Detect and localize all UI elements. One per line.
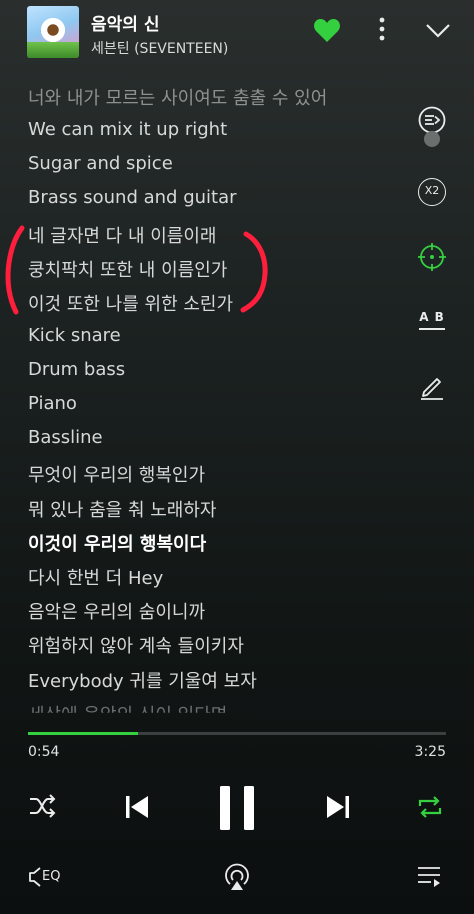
eq-icon: [29, 867, 41, 887]
speed-x2-button[interactable]: X2: [418, 178, 446, 206]
lyric-line[interactable]: 네 글자면 다 내 이름이래: [28, 222, 217, 248]
lyric-line[interactable]: 다시 한번 더 Hey: [28, 564, 163, 590]
lyric-line[interactable]: 뭐 있나 춤을 춰 노래하자: [28, 496, 217, 522]
artist-name[interactable]: 세븐틴 (SEVENTEEN): [91, 38, 228, 58]
lyric-line[interactable]: Kick snare: [28, 325, 121, 346]
lyrics-panel[interactable]: 너와 내가 모르는 사이여도 춤출 수 있어 We can mix it up …: [28, 84, 358, 724]
lyric-line-current[interactable]: 이것이 우리의 행복이다: [28, 530, 206, 556]
shuffle-icon[interactable]: [28, 792, 58, 820]
progress-bar[interactable]: [28, 732, 446, 735]
album-cover[interactable]: [27, 6, 79, 58]
airplay-icon[interactable]: [222, 862, 252, 892]
pause-icon[interactable]: [218, 784, 256, 832]
lyric-line[interactable]: Everybody 귀를 기울여 보자: [28, 667, 257, 693]
progress-fill: [28, 732, 138, 735]
locate-target-icon[interactable]: [412, 237, 452, 277]
cover-flower: [39, 16, 67, 44]
repeat-icon[interactable]: [416, 792, 444, 822]
side-scroll-handle[interactable]: [424, 131, 440, 147]
lyric-line[interactable]: 위험하지 않아 계속 들이키자: [28, 632, 244, 658]
ab-repeat-icon: A B: [419, 310, 445, 324]
next-icon[interactable]: [324, 793, 352, 821]
elapsed-time: 0:54: [28, 744, 60, 760]
lyric-line[interactable]: Brass sound and guitar: [28, 187, 237, 208]
chevron-down-icon[interactable]: [424, 18, 452, 42]
eq-button[interactable]: EQ: [28, 864, 64, 890]
pen-icon[interactable]: [412, 366, 452, 406]
ab-repeat-button[interactable]: A B: [416, 310, 448, 332]
lyric-line[interactable]: 이것 또한 나를 위한 소린가: [28, 290, 233, 316]
more-vertical-icon[interactable]: [370, 14, 394, 44]
cover-grass: [27, 42, 79, 58]
lyric-line[interactable]: 너와 내가 모르는 사이여도 춤출 수 있어: [28, 84, 327, 110]
speed-x2-icon: X2: [424, 184, 440, 197]
lyric-line[interactable]: 세상에 음악의 신이 있다면: [28, 701, 227, 713]
lyric-line[interactable]: Sugar and spice: [28, 153, 173, 174]
eq-label: EQ: [42, 869, 61, 884]
playlist-icon[interactable]: [416, 864, 444, 890]
player-header: 음악의 신 세븐틴 (SEVENTEEN): [0, 0, 474, 62]
song-title[interactable]: 음악의 신: [91, 10, 159, 35]
duration-time: 3:25: [414, 744, 446, 760]
left-bracket-annotation: [5, 225, 25, 315]
lyric-line[interactable]: Bassline: [28, 427, 103, 448]
heart-icon[interactable]: [313, 17, 341, 43]
lyric-line[interactable]: Piano: [28, 393, 77, 414]
lyric-line[interactable]: Drum bass: [28, 359, 125, 380]
ab-underline: [419, 328, 445, 330]
lyric-line[interactable]: 쿵치팍치 또한 내 이름인가: [28, 256, 227, 282]
previous-icon[interactable]: [123, 793, 151, 821]
lyric-line[interactable]: We can mix it up right: [28, 119, 227, 140]
lyric-line[interactable]: 무엇이 우리의 행복인가: [28, 461, 205, 487]
lyric-line[interactable]: 음악은 우리의 숨이니까: [28, 598, 205, 624]
